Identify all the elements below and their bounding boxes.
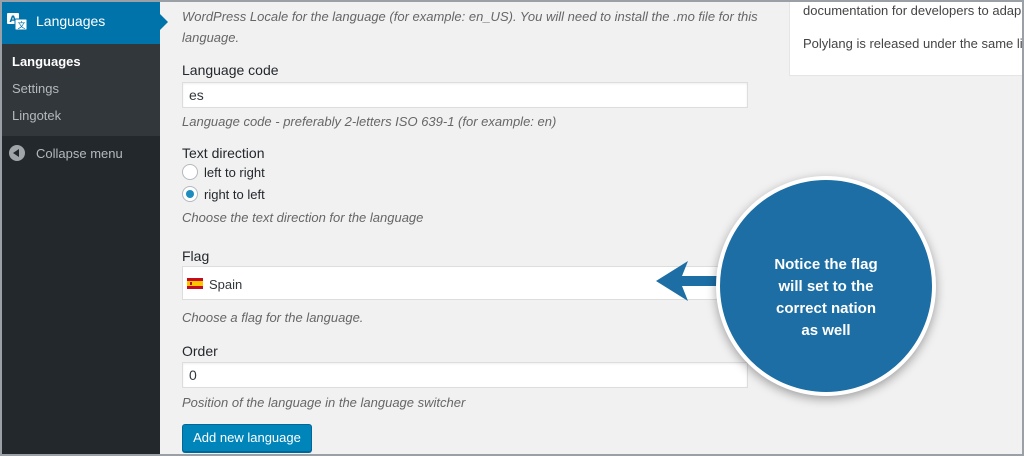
text-direction-description: Choose the text direction for the langua… [182,210,424,225]
locale-input[interactable] [182,0,748,2]
callout-line-1: Notice the flag [774,256,878,273]
callout-line-3: correct nation [775,300,877,317]
flag-label: Flag [182,248,210,264]
current-menu-arrow [160,14,168,30]
languages-submenu: Languages Settings Lingotek [0,44,160,136]
submenu-item-settings[interactable]: Settings [12,81,59,96]
locale-description: WordPress Locale for the language (for e… [182,6,758,48]
translation-icon: A 文 [7,13,27,30]
about-info-box: documentation for developers to adap Pol… [789,0,1024,76]
language-code-description: Language code - preferably 2-letters ISO… [182,114,557,129]
flag-select-value: Spain [209,277,243,292]
callout-line-2: will set to the [778,278,874,295]
svg-text:文: 文 [18,20,26,30]
info-line-2: Polylang is released under the same lic [803,36,1024,51]
locale-description-line1: WordPress Locale for the language (for e… [182,9,758,24]
info-line-1: documentation for developers to adap [803,3,1022,18]
add-new-language-button[interactable]: Add new language [182,424,312,452]
callout-line-4: as well [801,322,851,339]
submenu-item-languages[interactable]: Languages [12,54,81,69]
admin-sidebar: A 文 Languages Languages Settings Lingote… [0,0,168,456]
language-code-input[interactable]: es [182,82,748,108]
radio-right-to-left-input[interactable] [182,186,198,202]
radio-left-to-right-input[interactable] [182,164,198,180]
spain-flag-icon [187,278,203,289]
callout-text: Notice the flag will set to the correct … [720,254,932,342]
radio-left-to-right-label: left to right [204,165,265,180]
language-code-label: Language code [182,62,279,78]
menu-languages[interactable]: A 文 Languages [0,0,168,44]
collapse-menu-button[interactable]: Collapse menu [0,140,160,168]
callout-bubble: Notice the flag will set to the correct … [716,176,936,396]
collapse-arrow-icon [9,145,25,161]
order-input[interactable]: 0 [182,362,748,388]
menu-languages-label: Languages [36,13,106,29]
text-direction-label: Text direction [182,145,265,161]
radio-right-to-left-label: right to left [204,187,265,202]
locale-description-line2: language. [182,30,240,45]
flag-description: Choose a flag for the language. [182,310,364,325]
submenu-item-lingotek[interactable]: Lingotek [12,108,61,123]
collapse-menu-label: Collapse menu [36,146,123,161]
order-description: Position of the language in the language… [182,395,466,410]
order-label: Order [182,343,218,359]
